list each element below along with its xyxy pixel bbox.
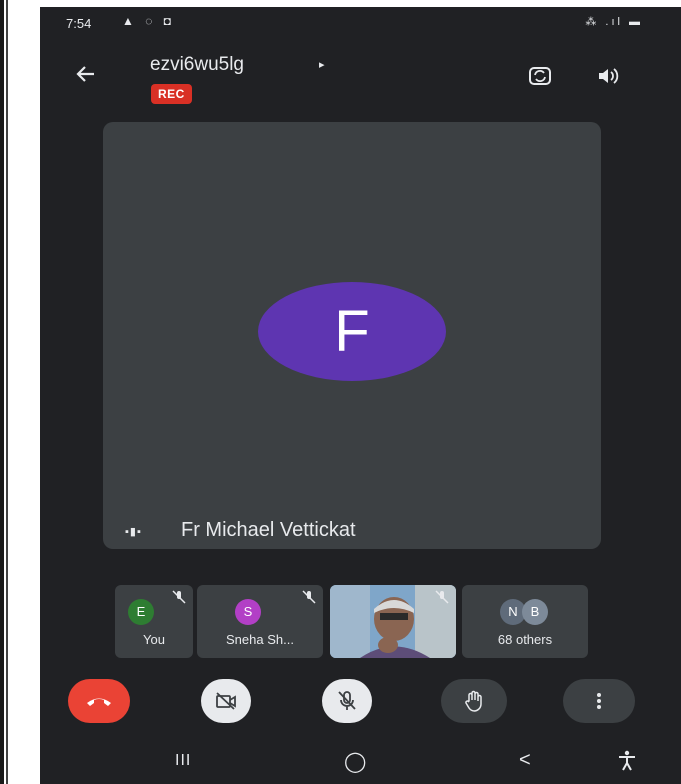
recording-badge: REC [151,84,192,104]
raise-hand-button[interactable] [441,679,507,723]
left-frame-border-inner [6,0,8,784]
system-nav-bar: III ◯ < [40,743,681,784]
mic-toggle-button[interactable] [322,679,372,723]
status-bar: 7:54 ▲ ◌ ◘ ⁂ .ıl ▬ [40,7,681,37]
speaker-avatar: F [258,282,446,381]
participant-label: 68 others [497,632,553,647]
participant-tile-video[interactable] [330,585,456,658]
notification-icons: ▲ ◌ ◘ [122,14,175,28]
mic-off-icon [172,590,186,604]
more-vert-icon [597,693,601,709]
hang-up-icon [87,698,111,706]
end-call-button[interactable] [68,679,130,723]
meeting-info-caret-icon[interactable]: ▸ [319,58,325,71]
camera-off-icon [216,692,236,710]
mic-off-icon [302,590,316,604]
participant-avatar: E [128,599,154,625]
meeting-code[interactable]: ezvi6wu5lg [150,54,244,76]
speaker-name: Fr Michael Vettickat [181,519,356,541]
participant-tile-others[interactable]: N B 68 others [462,585,588,658]
hand-icon [465,690,482,712]
participant-tile-sneha[interactable]: S Sneha Sh... [197,585,323,658]
main-speaker-tile[interactable]: F ▪▮▪ Fr Michael Vettickat [103,122,601,549]
participant-avatar: S [235,599,261,625]
switch-camera-icon[interactable] [527,65,553,87]
camera-toggle-button[interactable] [201,679,251,723]
back-nav-icon[interactable]: < [519,749,531,772]
mic-off-icon [338,691,356,710]
participant-label: You [143,632,165,647]
accessibility-icon[interactable] [616,749,638,777]
recents-icon[interactable]: III [175,752,191,770]
signal-battery-icons: ⁂ .ıl ▬ [585,16,643,28]
speaker-icon[interactable] [596,65,622,87]
phone-screen: 7:54 ▲ ◌ ◘ ⁂ .ıl ▬ ezvi6wu5lg ▸ REC F ▪▮… [40,7,681,784]
participant-label: Sneha Sh... [226,632,294,647]
audio-level-icon: ▪▮▪ [125,526,142,538]
participant-avatar: B [522,599,548,625]
home-icon[interactable]: ◯ [344,749,366,774]
more-options-button[interactable] [563,679,635,723]
left-frame-border [0,0,4,784]
mic-off-icon [435,590,449,604]
participant-tile-you[interactable]: E You [115,585,193,658]
back-arrow-icon[interactable] [74,62,102,90]
status-time: 7:54 [66,16,92,31]
